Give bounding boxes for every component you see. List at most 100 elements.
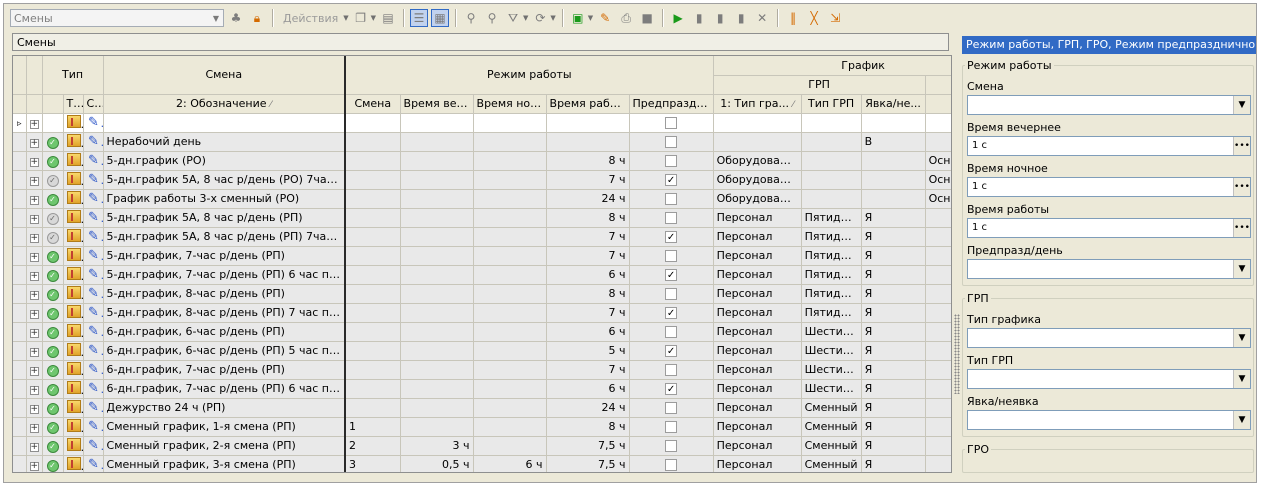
attendance-cell[interactable] [861,189,926,209]
shift-cell[interactable] [344,360,401,380]
expand-icon[interactable]: + [29,158,39,167]
attendance-cell[interactable]: Я [861,341,926,361]
schedule-type-cell[interactable]: Персонал [713,265,802,285]
duplicate-icon[interactable]: ▮ [711,9,729,27]
pre-holiday-cell[interactable] [629,284,714,304]
pre-holiday-checkbox[interactable]: ✓ [665,383,678,395]
edit-cell[interactable]: ✎ [83,189,104,209]
copy-icon[interactable]: ❐ [352,9,370,27]
work-time-cell[interactable]: 5 ч [546,341,630,361]
shift-cell[interactable] [344,151,401,171]
attendance-field[interactable]: ▼ [967,410,1251,430]
schedule-type-cell[interactable] [713,113,802,133]
designation-cell[interactable]: 5-дн.график 5А, 8 час р/день (РП) [103,208,346,228]
table-row[interactable]: + ✓ ✎ 5-дн.график, 8-час р/день (РП) 8 ч Перс… [13,284,951,304]
col-header-schedule-type[interactable]: 1: Тип гра... ⁄ [713,94,802,114]
pencil-icon[interactable]: ✎ [87,306,101,320]
table-row[interactable]: + ✓ ✎ Сменный график, 3-я смена (РП) 3 0,5 ч6… [13,455,951,472]
pre-holiday-checkbox[interactable] [665,288,678,300]
shift-cell[interactable]: 3 [344,455,401,472]
pre-holiday-checkbox[interactable] [665,155,678,167]
evening-time-cell[interactable] [400,398,474,418]
chevron-down-icon[interactable]: ▼ [1233,260,1250,278]
grp-type-cell[interactable]: Сменный [801,436,862,456]
pencil-icon[interactable]: ✎ [87,420,101,434]
work-time-cell[interactable]: 7 ч [546,170,630,190]
shift-cell[interactable] [344,246,401,266]
row-indicator[interactable] [13,455,27,472]
edit-cell[interactable]: ✎ [83,170,104,190]
work-time-cell[interactable]: 7 ч [546,246,630,266]
col-header-attendance[interactable]: Явка/не... [861,94,926,114]
pre-holiday-cell[interactable] [629,113,714,133]
t-cell[interactable] [925,341,951,361]
pre-holiday-cell[interactable] [629,455,714,472]
expand-cell[interactable]: + [26,360,43,380]
pre-holiday-checkbox[interactable] [665,364,678,376]
t-cell[interactable]: Осн [925,170,951,190]
night-time-field[interactable]: 1 с ••• [967,177,1251,197]
schedule-type-cell[interactable]: Персонал [713,322,802,342]
schedule-type-cell[interactable]: Оборудование [713,170,802,190]
evening-time-cell[interactable] [400,360,474,380]
table-row[interactable]: + ✓ ✎ 5-дн.график 5А, 8 час р/день (РП) 7ча… [13,227,951,247]
shift-cell[interactable] [344,265,401,285]
attendance-cell[interactable]: Я [861,303,926,323]
evening-time-cell[interactable]: 3 ч [400,436,474,456]
column-remove-icon[interactable]: ╳ [805,9,823,27]
chevron-down-icon[interactable]: ▼ [1233,96,1250,114]
expand-icon[interactable]: + [29,234,39,243]
shift-cell[interactable] [344,170,401,190]
attendance-cell[interactable] [861,170,926,190]
attendance-cell[interactable]: Я [861,227,926,247]
pre-holiday-checkbox[interactable] [665,117,678,129]
row-indicator[interactable] [13,170,27,190]
grp-type-cell[interactable]: Шестид... [801,360,862,380]
ellipsis-icon[interactable]: ••• [1233,219,1250,237]
t-cell[interactable] [925,379,951,399]
schedule-type-cell[interactable]: Оборудование [713,151,802,171]
work-time-cell[interactable]: 8 ч [546,208,630,228]
table-row[interactable]: + ✓ ✎ 6-дн.график, 7-час р/день (РП) 6 час … [13,379,951,399]
designation-cell[interactable]: 5-дн.график, 8-час р/день (РП) 7 час пр/… [103,303,346,323]
t-cell[interactable] [925,227,951,247]
grp-type-cell[interactable]: Пятидн... [801,303,862,323]
pre-holiday-cell[interactable] [629,436,714,456]
t-cell[interactable] [925,113,951,133]
col-header-t[interactable]: Т [925,94,951,114]
attendance-cell[interactable] [861,151,926,171]
stop-icon[interactable]: ■ [638,9,656,27]
night-time-cell[interactable] [473,436,547,456]
expand-icon[interactable]: + [29,443,39,452]
expand-icon[interactable]: + [29,462,39,471]
chevron-down-icon[interactable]: ▼ [343,14,348,22]
search-icon[interactable]: ⚲ [462,9,480,27]
edit-cell[interactable]: ✎ [83,227,104,247]
attendance-cell[interactable]: Я [861,436,926,456]
pre-holiday-cell[interactable] [629,208,714,228]
edit-cell[interactable]: ✎ [83,341,104,361]
pencil-icon[interactable]: ✎ [87,154,101,168]
table-row[interactable]: ▹ + ✎ [13,113,951,133]
designation-cell[interactable]: 5-дн.график 5А, 8 час р/день (РП) 7час п… [103,227,346,247]
night-time-cell[interactable] [473,398,547,418]
ellipsis-icon[interactable]: ••• [1233,137,1250,155]
evening-time-cell[interactable] [400,170,474,190]
grp-type-cell[interactable] [801,132,862,152]
t-cell[interactable] [925,455,951,472]
designation-cell[interactable]: Нерабочий день [103,132,346,152]
shift-cell[interactable] [344,398,401,418]
work-time-cell[interactable]: 8 ч [546,151,630,171]
edit-cell[interactable]: ✎ [83,151,104,171]
edit-cell[interactable]: ✎ [83,360,104,380]
row-indicator[interactable] [13,360,27,380]
grp-type-cell[interactable]: Пятидн... [801,208,862,228]
expand-cell[interactable]: + [26,170,43,190]
expand-cell[interactable]: + [26,151,43,171]
work-time-cell[interactable]: 7 ч [546,360,630,380]
expand-icon[interactable]: + [29,120,39,129]
work-time-field[interactable]: 1 с ••• [967,218,1251,238]
evening-time-cell[interactable] [400,322,474,342]
evening-time-cell[interactable] [400,132,474,152]
evening-time-cell[interactable] [400,189,474,209]
